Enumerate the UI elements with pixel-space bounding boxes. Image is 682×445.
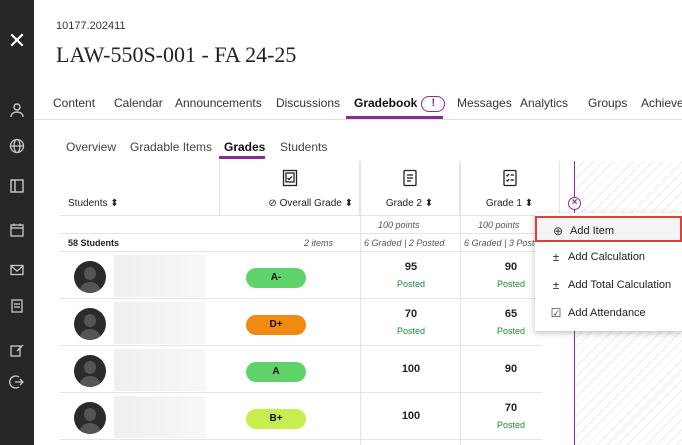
students-header-label: Students ⬍	[68, 198, 119, 209]
grade1-summary: 6 Graded | 3 Posted	[464, 238, 545, 248]
add-column-button[interactable]: ×	[568, 197, 581, 210]
main-panel: 10177.202411 LAW-550S-001 - FA 24-25 Con…	[34, 0, 682, 445]
grade1-column-header[interactable]: Grade 1 ⬍	[460, 161, 560, 216]
grade1-value[interactable]: 90	[462, 363, 560, 375]
summary-row: 58 Students 2 items 6 Graded | 2 Posted …	[60, 234, 560, 252]
tab-discussions[interactable]: Discussions	[276, 96, 340, 110]
close-icon[interactable]: ✕	[0, 24, 34, 58]
alert-badge: !	[421, 96, 446, 112]
test-icon	[502, 169, 517, 187]
menu-add-calculation[interactable]: ± Add Calculation	[535, 244, 682, 270]
left-rail: ✕	[0, 0, 34, 445]
tab-analytics[interactable]: Analytics	[520, 96, 568, 110]
student-count: 58 Students	[68, 238, 120, 248]
sign-out-icon[interactable]	[0, 368, 34, 396]
overall-grade-icon	[282, 169, 297, 187]
tab-content[interactable]: Content	[53, 96, 95, 110]
column-divider	[460, 161, 461, 445]
points-row: 100 points 100 points	[60, 216, 560, 234]
subtab-students[interactable]: Students	[280, 140, 327, 154]
globe-icon[interactable]	[0, 132, 34, 160]
avatar	[74, 308, 106, 340]
redacted-student-name	[114, 302, 206, 344]
tab-groups[interactable]: Groups	[588, 96, 627, 110]
grade2-value[interactable]: 70	[362, 308, 460, 320]
active-tab-indicator	[346, 116, 443, 119]
overall-grade-column-header[interactable]: ⊘ Overall Grade ⬍	[220, 161, 360, 216]
grade2-header-label: Grade 2 ⬍	[385, 198, 434, 209]
hidden-eye-icon: ⊘	[268, 198, 280, 209]
overall-grade-pill[interactable]: A-	[246, 268, 306, 288]
menu-add-total-calculation[interactable]: ± Add Total Calculation	[535, 272, 682, 298]
calendar-icon[interactable]	[0, 216, 34, 244]
grade2-summary: 6 Graded | 2 Posted	[364, 238, 445, 248]
user-icon[interactable]	[0, 96, 34, 124]
overall-grade-pill[interactable]: B+	[246, 409, 306, 429]
avatar	[74, 402, 106, 434]
grade1-value[interactable]: 70	[462, 402, 560, 414]
table-row: A- 95 Posted 90 Posted	[60, 253, 542, 299]
overall-items-count: 2 items	[304, 238, 334, 248]
table-row: B+ 100 70 Posted	[60, 394, 542, 440]
tab-gradebook[interactable]: Gradebook!	[354, 96, 446, 112]
tab-announcements[interactable]: Announcements	[175, 96, 262, 110]
grade2-value[interactable]: 100	[362, 363, 460, 375]
menu-add-total-calculation-label: Add Total Calculation	[568, 279, 672, 291]
subtab-grades[interactable]: Grades	[224, 140, 265, 154]
tab-messages[interactable]: Messages	[457, 96, 512, 110]
menu-add-calculation-label: Add Calculation	[568, 251, 646, 263]
overall-grade-pill[interactable]: D+	[246, 315, 306, 335]
grade2-value[interactable]: 100	[362, 410, 460, 422]
redacted-student-name	[114, 255, 206, 297]
menu-add-item[interactable]: ⊕ Add Item	[535, 216, 682, 242]
plus-circle-icon: ⊕	[552, 224, 564, 238]
grades-icon[interactable]	[0, 292, 34, 320]
menu-add-item-label: Add Item	[570, 225, 615, 237]
table-row: D+ 70 Posted 65 Posted	[60, 300, 542, 346]
add-item-menu: ⊕ Add Item ± Add Calculation ± Add Total…	[535, 213, 682, 331]
grade2-column-header[interactable]: Grade 2 ⬍	[360, 161, 460, 216]
edit-icon[interactable]	[0, 336, 34, 364]
menu-add-attendance[interactable]: ☑ Add Attendance	[535, 300, 682, 326]
grade2-status: Posted	[396, 279, 426, 289]
calculator-icon: ±	[552, 250, 560, 264]
tab-gradebook-label: Gradebook	[354, 96, 418, 111]
grade2-status: Posted	[396, 326, 426, 336]
grade1-status: Posted	[496, 420, 526, 430]
checkbox-icon: ☑	[550, 306, 562, 320]
redacted-student-name	[114, 396, 206, 438]
tab-achievements[interactable]: Achieve	[641, 96, 682, 110]
subtab-gradable-items[interactable]: Gradable Items	[130, 140, 212, 154]
courses-icon[interactable]	[0, 172, 34, 200]
grade2-value[interactable]: 95	[362, 261, 460, 273]
grade2-points: 100 points	[378, 220, 420, 230]
overall-grade-label: Overall Grade ⬍	[279, 198, 353, 209]
menu-add-attendance-label: Add Attendance	[568, 307, 646, 319]
grade1-header-label: Grade 1 ⬍	[485, 198, 534, 209]
avatar	[74, 355, 106, 387]
avatar	[74, 261, 106, 293]
mail-icon[interactable]	[0, 256, 34, 284]
grade1-points: 100 points	[478, 220, 520, 230]
overall-grade-pill[interactable]: A	[246, 362, 306, 382]
overall-grade-header-label: ⊘ Overall Grade ⬍	[268, 198, 353, 209]
subtab-overview[interactable]: Overview	[66, 140, 116, 154]
assignment-icon	[402, 169, 417, 187]
table-row: A 100 90	[60, 347, 542, 393]
course-code: 10177.202411	[56, 20, 126, 32]
course-title: LAW-550S-001 - FA 24-25	[56, 42, 297, 67]
column-divider	[360, 161, 361, 445]
gradebook-subnav: Overview Gradable Items Grades Students	[34, 130, 682, 158]
total-calculator-icon: ±	[552, 278, 560, 292]
redacted-student-name	[114, 349, 206, 391]
students-column-header[interactable]: Students ⬍	[60, 161, 220, 216]
active-subtab-indicator	[219, 156, 265, 159]
tab-calendar[interactable]: Calendar	[114, 96, 163, 110]
